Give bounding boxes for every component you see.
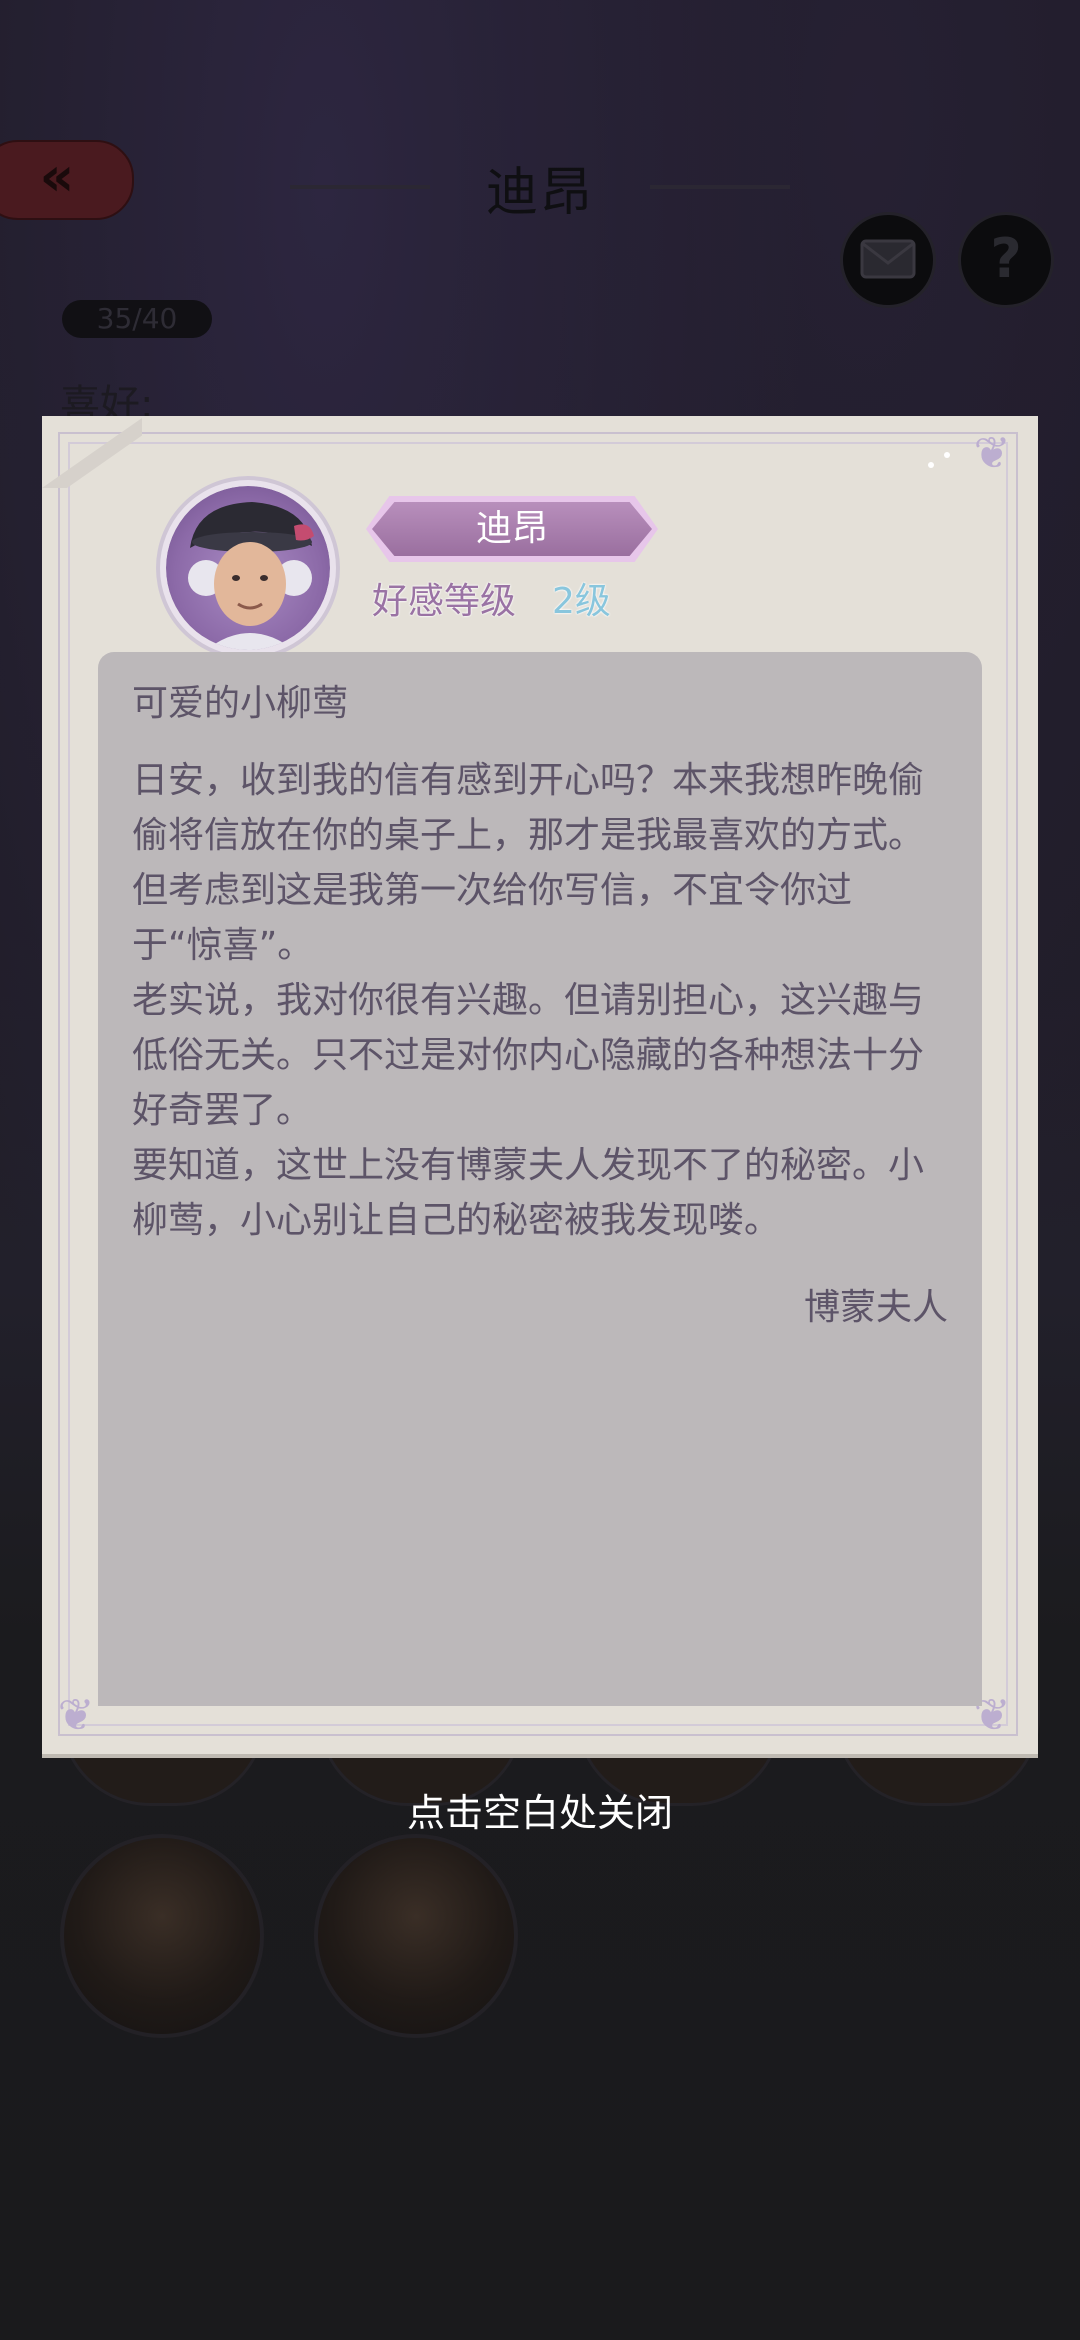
character-name: 迪昂 [475, 508, 548, 549]
close-hint[interactable]: 点击空白处关闭 [0, 1782, 1080, 1837]
flourish-icon: ❦ [57, 1690, 95, 1741]
envelope-icon [860, 239, 916, 279]
letter-paragraph: 日安，收到我的信有感到开心吗？本来我想昨晚偷偷将信放在你的桌子上，那才是我最喜欢… [132, 760, 925, 966]
letter-paragraph: 要知道，这世上没有博蒙夫人发现不了的秘密。小柳莺，小心别让自己的秘密被我发现喽。 [132, 1145, 925, 1241]
character-avatar [160, 480, 336, 656]
letter-signature: 博蒙夫人 [803, 1287, 948, 1328]
affinity-level: 2级 [552, 581, 611, 622]
card-tail [552, 1738, 574, 1754]
sparkle-icon [944, 452, 950, 458]
help-button[interactable]: ? [958, 212, 1054, 308]
collection-count: 35/40 [62, 300, 212, 338]
background-portrait[interactable] [60, 1834, 264, 2038]
background-portrait[interactable] [314, 1834, 518, 2038]
mail-button[interactable] [840, 212, 936, 308]
letter-salutation: 可爱的小柳莺 [132, 683, 349, 724]
page-title: 迪昂 [485, 163, 594, 223]
letter-text: 可爱的小柳莺 日安，收到我的信有感到开心吗？本来我想昨晚偷偷将信放在你的桌子上，… [132, 676, 942, 1248]
portrait-icon [188, 502, 314, 650]
sparkle-icon [928, 462, 934, 468]
letter-paragraph: 老实说，我对你很有兴趣。但请别担心，这兴趣与低俗无关。只不过是对你内心隐藏的各种… [132, 980, 925, 1131]
affinity-label: 好感等级 [372, 581, 517, 622]
flourish-icon: ❦ [973, 428, 1011, 479]
